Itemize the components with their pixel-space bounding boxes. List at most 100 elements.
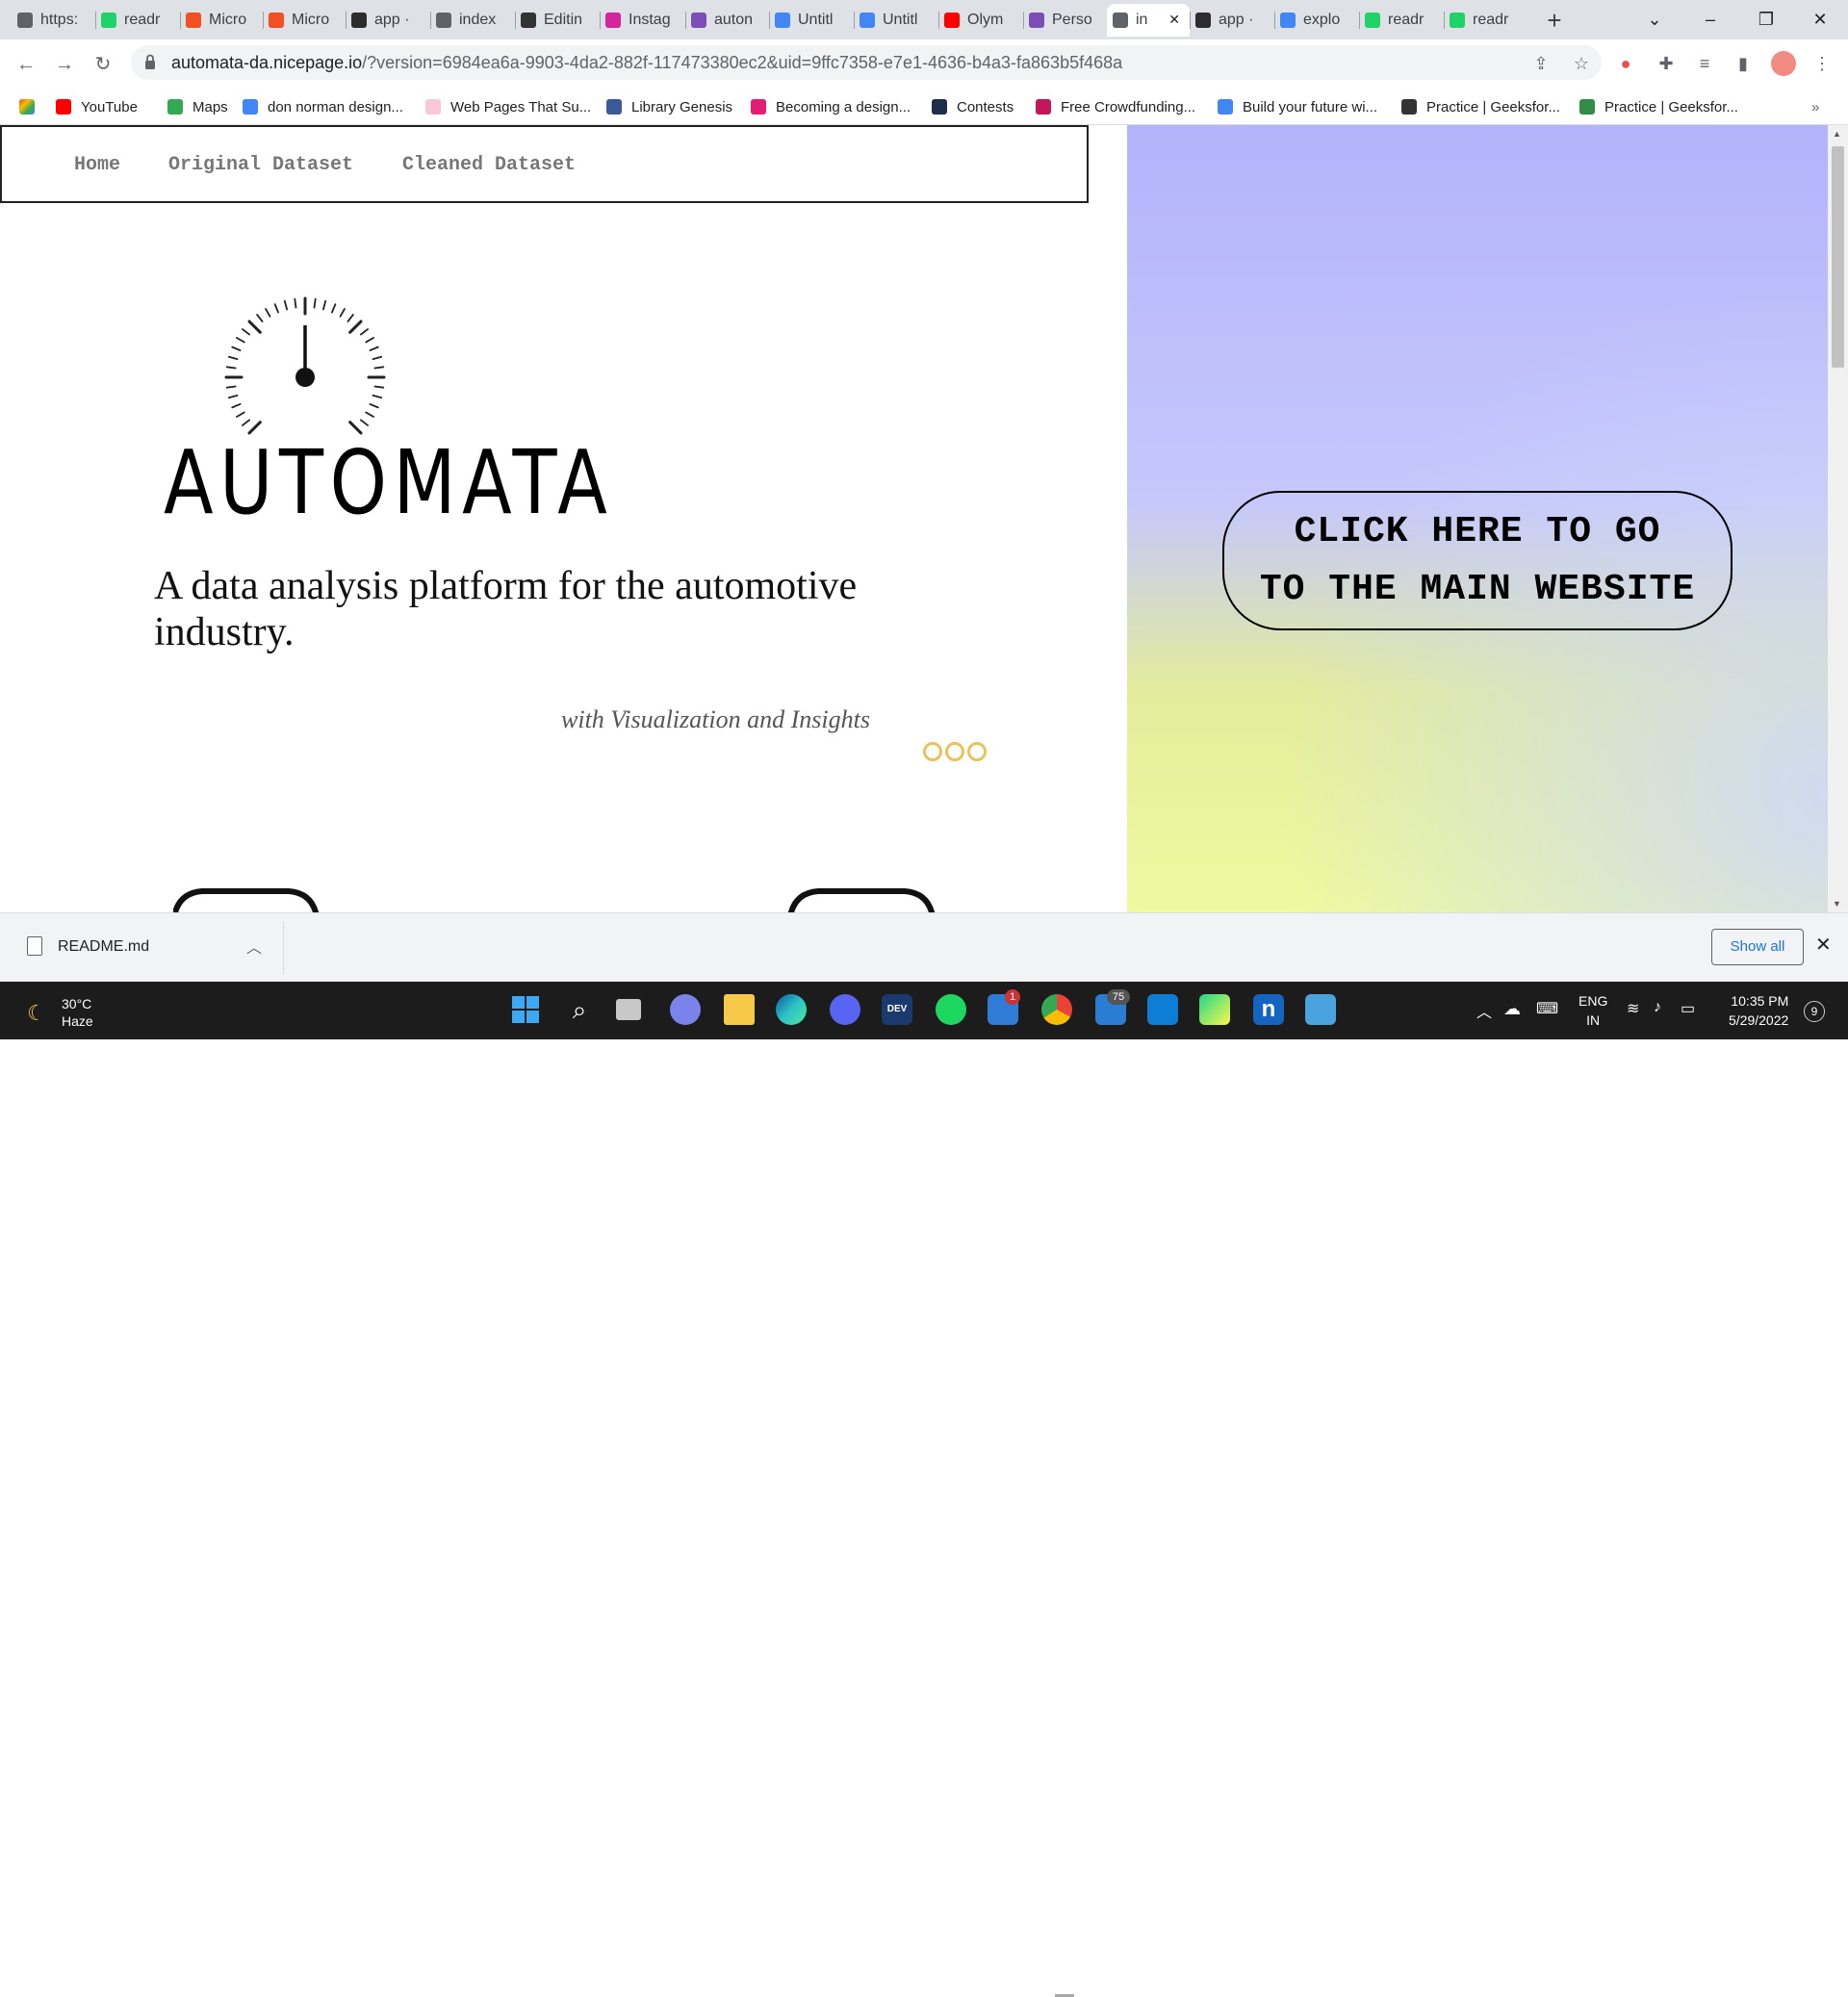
browser-tab[interactable]: explo bbox=[1274, 4, 1359, 37]
bookmark-item[interactable]: Contests bbox=[932, 95, 1014, 118]
start-icon[interactable] bbox=[512, 996, 539, 1023]
browser-tab[interactable]: app · bbox=[346, 4, 430, 37]
bookmark-item[interactable]: YouTube bbox=[56, 95, 138, 118]
browser-tab[interactable]: in ✕ bbox=[1107, 4, 1190, 37]
browser-tab[interactable]: readr bbox=[1359, 4, 1444, 37]
url-text[interactable]: automata-da.nicepage.io/?version=6984ea6… bbox=[171, 53, 1122, 73]
tab-search-icon[interactable]: ⌄ bbox=[1627, 0, 1682, 38]
reading-list-icon[interactable]: ≡ bbox=[1692, 51, 1717, 76]
main-website-cta-button[interactable]: CLICK HERE TO GO TO THE MAIN WEBSITE bbox=[1222, 491, 1732, 630]
browser-tab[interactable]: readr bbox=[1444, 4, 1527, 37]
forward-icon[interactable]: → bbox=[50, 50, 79, 79]
bookmark-label: Maps bbox=[192, 98, 228, 115]
close-window-button[interactable]: ✕ bbox=[1792, 0, 1848, 38]
scroll-up-icon[interactable]: ▲ bbox=[1833, 129, 1841, 139]
nicepage-icon[interactable]: n bbox=[1253, 994, 1284, 1025]
bookmark-item[interactable]: Build your future wi... bbox=[1218, 95, 1377, 118]
bookmark-item[interactable]: Becoming a design... bbox=[751, 95, 911, 118]
browser-tab[interactable]: auton bbox=[685, 4, 769, 37]
bookmark-item[interactable]: Practice | Geeksfor... bbox=[1401, 95, 1560, 118]
browser-tab[interactable]: Instag bbox=[600, 4, 685, 37]
nav-home-link[interactable]: Home bbox=[74, 154, 120, 176]
gauge-tick bbox=[365, 411, 374, 418]
teams-chat-icon[interactable] bbox=[670, 994, 701, 1025]
page-scrollbar[interactable]: ▲ ▼ bbox=[1828, 125, 1848, 912]
volume-icon[interactable]: ♪ bbox=[1654, 999, 1661, 1016]
keyboard-icon[interactable]: ⌨ bbox=[1536, 999, 1558, 1018]
nav-cleaned-dataset-link[interactable]: Cleaned Dataset bbox=[402, 154, 576, 176]
task-view-icon[interactable] bbox=[616, 999, 641, 1020]
discord-icon[interactable] bbox=[830, 994, 860, 1025]
bookmark-item[interactable]: Web Pages That Su... bbox=[425, 95, 591, 118]
close-tab-icon[interactable]: ✕ bbox=[1168, 12, 1180, 28]
new-tab-button[interactable]: + bbox=[1540, 6, 1569, 35]
gauge-tick bbox=[339, 308, 346, 318]
restore-button[interactable]: ❐ bbox=[1738, 0, 1794, 38]
gauge-tick bbox=[369, 346, 379, 351]
menu-kebab-icon[interactable]: ⋮ bbox=[1810, 51, 1835, 76]
share-icon[interactable]: ⇪ bbox=[1528, 51, 1553, 76]
browser-tab[interactable]: https: bbox=[12, 4, 95, 37]
bookmark-favicon-icon bbox=[425, 99, 441, 115]
show-all-button[interactable]: Show all bbox=[1711, 929, 1804, 965]
notification-count-badge[interactable]: 9 bbox=[1804, 1001, 1825, 1022]
browser-tab[interactable]: Perso bbox=[1023, 4, 1107, 37]
close-icon[interactable]: ✕ bbox=[1815, 933, 1832, 957]
extension-dots-icon[interactable]: ● bbox=[1613, 51, 1638, 76]
pycharm-icon[interactable] bbox=[1199, 994, 1230, 1025]
onedrive-cloud-icon[interactable]: ☁ bbox=[1503, 999, 1521, 1019]
gauge-tick bbox=[369, 403, 379, 409]
minimize-button[interactable]: – bbox=[1682, 0, 1738, 38]
tab-label: Perso bbox=[1052, 12, 1092, 28]
browser-tab[interactable]: readr bbox=[95, 4, 180, 37]
wifi-icon[interactable]: ≋ bbox=[1627, 999, 1639, 1018]
browser-tab[interactable]: Untitl bbox=[854, 4, 938, 37]
scrollbar-thumb[interactable] bbox=[1832, 146, 1844, 368]
moon-weather-icon[interactable]: ☾ bbox=[27, 1001, 46, 1026]
browser-tab[interactable]: Olym bbox=[938, 4, 1023, 37]
bookmark-item[interactable]: don norman design... bbox=[243, 95, 403, 118]
chevron-up-icon[interactable]: ︿ bbox=[246, 934, 262, 958]
bookmark-item[interactable]: Free Crowdfunding... bbox=[1036, 95, 1195, 118]
edge-icon[interactable] bbox=[776, 994, 807, 1025]
profile-avatar[interactable] bbox=[1771, 51, 1796, 76]
back-icon[interactable]: ← bbox=[12, 50, 40, 79]
language-indicator[interactable]: ENG IN bbox=[1578, 991, 1607, 1030]
scroll-down-icon[interactable]: ▼ bbox=[1833, 899, 1841, 909]
tab-favicon-icon bbox=[1029, 13, 1044, 28]
extensions-puzzle-icon[interactable]: ✚ bbox=[1654, 51, 1679, 76]
browser-tab[interactable]: Micro bbox=[263, 4, 346, 37]
download-filename[interactable]: README.md bbox=[58, 938, 149, 956]
photos-icon[interactable] bbox=[1305, 994, 1336, 1025]
bookmarks-more-button[interactable]: » bbox=[1811, 95, 1819, 118]
bookmark-item[interactable]: Practice | Geeksfor... bbox=[1579, 95, 1738, 118]
tab-label: Olym bbox=[967, 12, 1004, 28]
file-explorer-icon[interactable] bbox=[724, 994, 755, 1025]
browser-tab[interactable]: index bbox=[430, 4, 515, 37]
spotify-icon[interactable] bbox=[936, 994, 966, 1025]
browser-tab[interactable]: app · bbox=[1190, 4, 1274, 37]
bookmark-item[interactable]: Maps bbox=[167, 95, 228, 118]
tab-label: app · bbox=[1219, 12, 1254, 28]
chevron-up-icon[interactable]: ︿ bbox=[1476, 999, 1492, 1022]
system-clock[interactable]: 10:35 PM 5/29/2022 bbox=[1729, 991, 1788, 1030]
vscode-icon[interactable] bbox=[1147, 994, 1178, 1025]
reload-icon[interactable]: ↻ bbox=[89, 50, 117, 79]
browser-tab[interactable]: Untitl bbox=[769, 4, 854, 37]
bookmark-star-icon[interactable]: ☆ bbox=[1569, 51, 1594, 76]
chrome-icon[interactable] bbox=[1041, 994, 1072, 1025]
battery-icon[interactable]: ▭ bbox=[1681, 999, 1695, 1018]
dev-icon[interactable]: DEV bbox=[882, 994, 912, 1025]
bookmark-item[interactable]: Library Genesis bbox=[606, 95, 732, 118]
search-icon[interactable]: ⌕ bbox=[564, 994, 595, 1025]
weather-widget[interactable]: 30°C Haze bbox=[62, 995, 93, 1030]
nav-original-dataset-link[interactable]: Original Dataset bbox=[168, 154, 353, 176]
side-panel-icon[interactable]: ▮ bbox=[1731, 51, 1756, 76]
file-icon bbox=[27, 936, 42, 956]
browser-tab[interactable]: Editin bbox=[515, 4, 600, 37]
tab-label: explo bbox=[1303, 12, 1341, 28]
tab-favicon-icon bbox=[1365, 13, 1380, 28]
apps-icon[interactable] bbox=[19, 95, 44, 118]
lock-icon[interactable] bbox=[144, 54, 156, 71]
browser-tab[interactable]: Micro bbox=[180, 4, 263, 37]
